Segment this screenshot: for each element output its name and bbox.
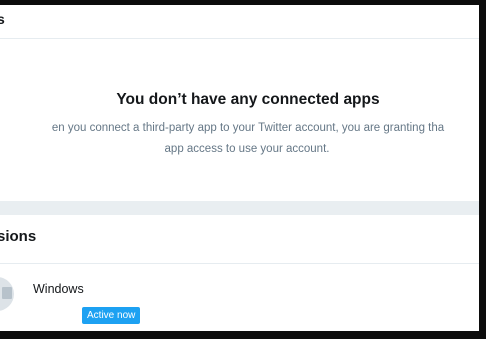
settings-panel: s You don’t have any connected apps en y…	[0, 5, 479, 331]
session-device-name: Windows	[33, 282, 84, 296]
page-title: s	[0, 11, 5, 27]
sessions-header: sions	[0, 215, 479, 264]
empty-state-description-line-2: app access to use your account.	[164, 143, 330, 155]
connected-apps-empty-state: You don’t have any connected apps en you…	[0, 39, 479, 201]
section-divider	[0, 201, 479, 215]
device-icon	[0, 277, 14, 311]
active-now-badge: Active now	[82, 307, 141, 324]
empty-state-title: You don’t have any connected apps	[116, 91, 380, 108]
apps-header: s	[0, 5, 479, 39]
empty-state-description-line-1: en you connect a third-party app to your…	[51, 122, 445, 134]
session-item[interactable]: Windows Active now	[0, 264, 479, 331]
sessions-title: sions	[0, 228, 37, 245]
